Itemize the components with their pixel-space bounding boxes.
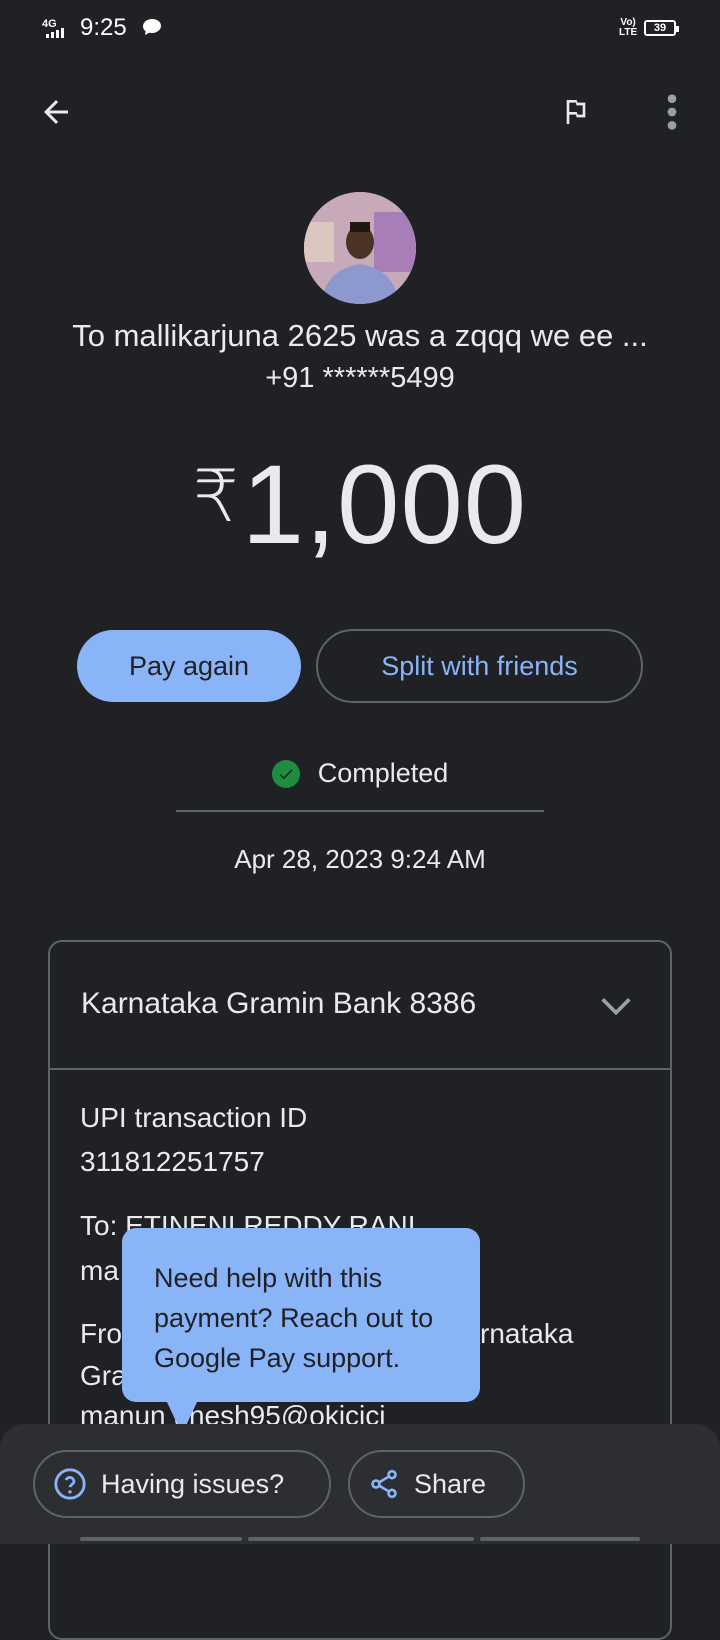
chevron-down-icon <box>601 998 631 1016</box>
share-label: Share <box>414 1468 487 1499</box>
amount-value: 1,000 <box>241 442 528 567</box>
bank-account-row[interactable]: Karnataka Gramin Bank 8386 <box>50 942 670 1070</box>
volte-indicator: Vo) LTE <box>619 17 638 38</box>
from-label: Fro <box>80 1318 122 1349</box>
upi-transaction-id: 311812251757 <box>80 1146 265 1177</box>
status-time: 9:25 <box>80 14 127 41</box>
more-options-button[interactable] <box>648 88 696 136</box>
profile-photo <box>304 192 416 304</box>
chat-bubble-icon <box>143 19 161 35</box>
transaction-datetime: Apr 28, 2023 9:24 AM <box>234 844 486 874</box>
recipient-name: To mallikarjuna 2625 was a zqqq we ee ..… <box>72 318 648 353</box>
from-bank-partial: rnataka <box>480 1318 574 1349</box>
signal-icon <box>46 28 64 38</box>
help-circle-icon <box>54 1468 86 1500</box>
recipient-phone: +91 ******5499 <box>265 362 455 394</box>
avatar <box>304 192 416 304</box>
pay-again-button[interactable]: Pay again <box>77 630 301 702</box>
share-icon <box>371 1469 397 1499</box>
battery-icon: 39 <box>644 20 679 36</box>
flag-icon <box>566 100 586 124</box>
back-button[interactable] <box>32 88 80 136</box>
to-upi-id: ma <box>80 1255 119 1286</box>
having-issues-button[interactable]: Having issues? <box>33 1450 331 1518</box>
help-tooltip: Need help with this payment? Reach out t… <box>122 1228 480 1402</box>
status-label: Completed <box>317 758 449 788</box>
split-with-friends-button[interactable]: Split with friends <box>316 629 643 703</box>
nav-indicator-left <box>80 1537 242 1541</box>
divider <box>176 810 544 812</box>
from-bank-line: Gra <box>80 1360 127 1391</box>
bank-name: Karnataka Gramin Bank 8386 <box>81 987 477 1020</box>
having-issues-label: Having issues? <box>101 1468 285 1499</box>
share-button[interactable]: Share <box>348 1450 525 1518</box>
upi-transaction-id-label: UPI transaction ID <box>80 1102 308 1133</box>
currency-symbol: ₹ <box>192 457 240 537</box>
more-vert-icon <box>667 94 677 130</box>
report-button[interactable] <box>552 88 600 136</box>
nav-indicator-center <box>248 1537 474 1541</box>
arrow-back-icon <box>44 100 68 124</box>
nav-indicator-right <box>480 1537 640 1541</box>
payment-amount: ₹1,000 <box>0 440 720 569</box>
check-circle-icon <box>271 759 300 788</box>
payment-status: Completed <box>0 758 720 789</box>
